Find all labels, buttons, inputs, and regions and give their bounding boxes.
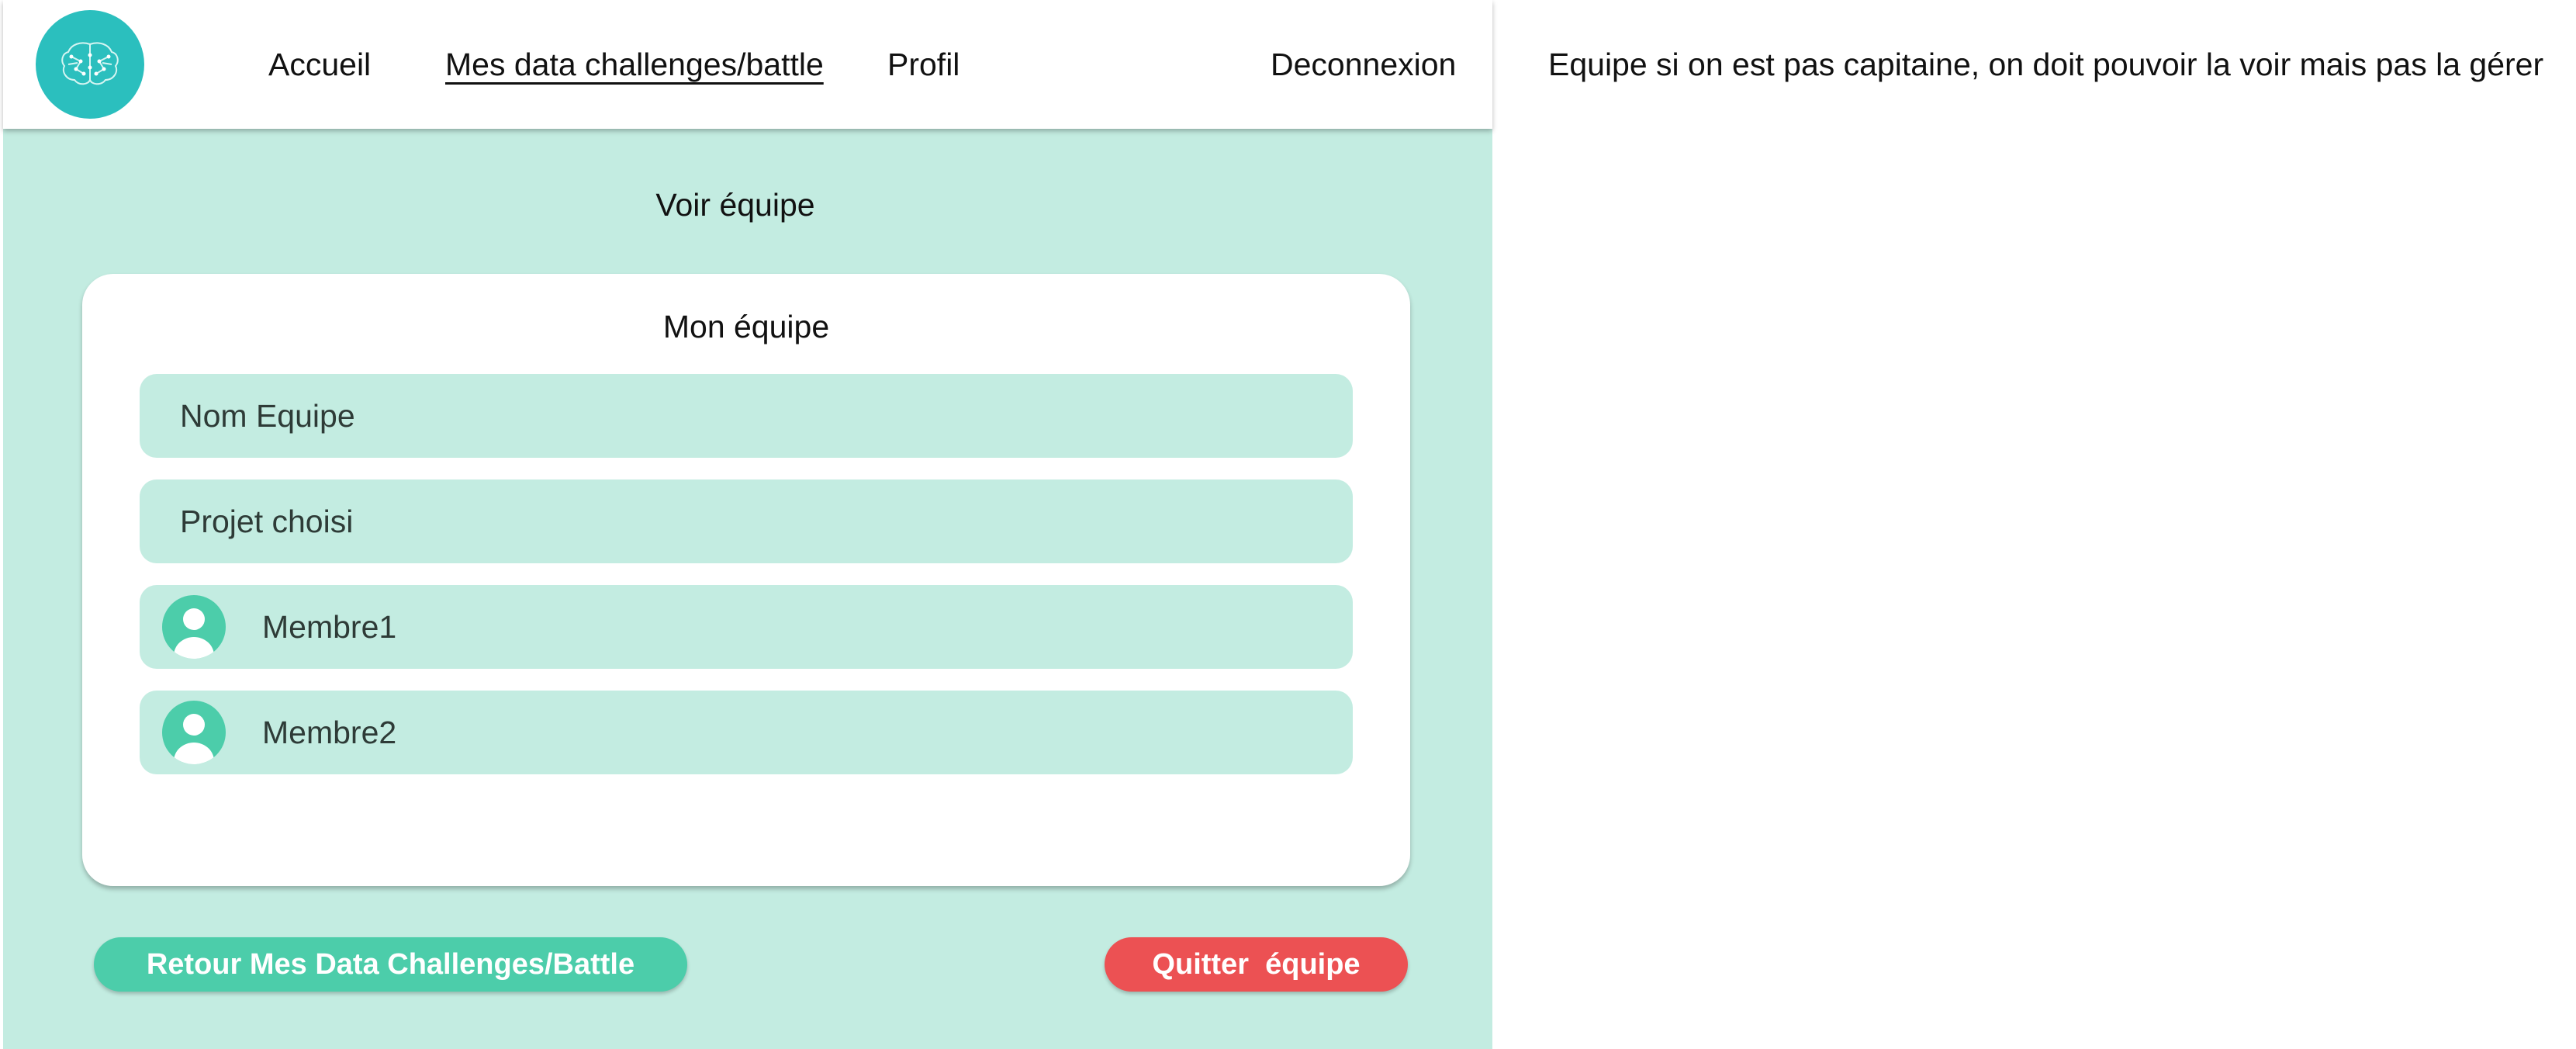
annotation-note: Equipe si on est pas capitaine, on doit … [1548, 47, 2544, 82]
user-avatar-icon [162, 595, 226, 659]
top-navbar: Accueil Mes data challenges/battle Profi… [3, 0, 1492, 129]
nav-profile-link[interactable]: Profil [887, 43, 960, 86]
member-name: Membre1 [262, 608, 397, 645]
project-value: Projet choisi [180, 503, 354, 539]
member-name: Membre2 [262, 714, 397, 750]
page-title: Voir équipe [655, 187, 815, 223]
main-panel: Voir équipe Mon équipe Nom Equipe Projet… [3, 129, 1492, 1049]
back-to-challenges-button[interactable]: Retour Mes Data Challenges/Battle [94, 937, 687, 992]
project-field: Projet choisi [140, 479, 1353, 563]
member-row: Membre1 [140, 585, 1353, 669]
team-card: Mon équipe Nom Equipe Projet choisi Memb… [82, 274, 1410, 886]
brain-logo-icon[interactable] [36, 10, 144, 119]
nav-logout-link[interactable]: Deconnexion [1271, 43, 1456, 86]
user-avatar-icon [162, 701, 226, 764]
team-card-title: Mon équipe [662, 309, 830, 344]
team-name-value: Nom Equipe [180, 397, 355, 434]
nav-home-link[interactable]: Accueil [268, 43, 371, 86]
member-row: Membre2 [140, 691, 1353, 774]
nav-challenges-link[interactable]: Mes data challenges/battle [445, 43, 824, 86]
quit-team-button[interactable]: Quitter équipe [1105, 937, 1408, 992]
team-name-field: Nom Equipe [140, 374, 1353, 458]
